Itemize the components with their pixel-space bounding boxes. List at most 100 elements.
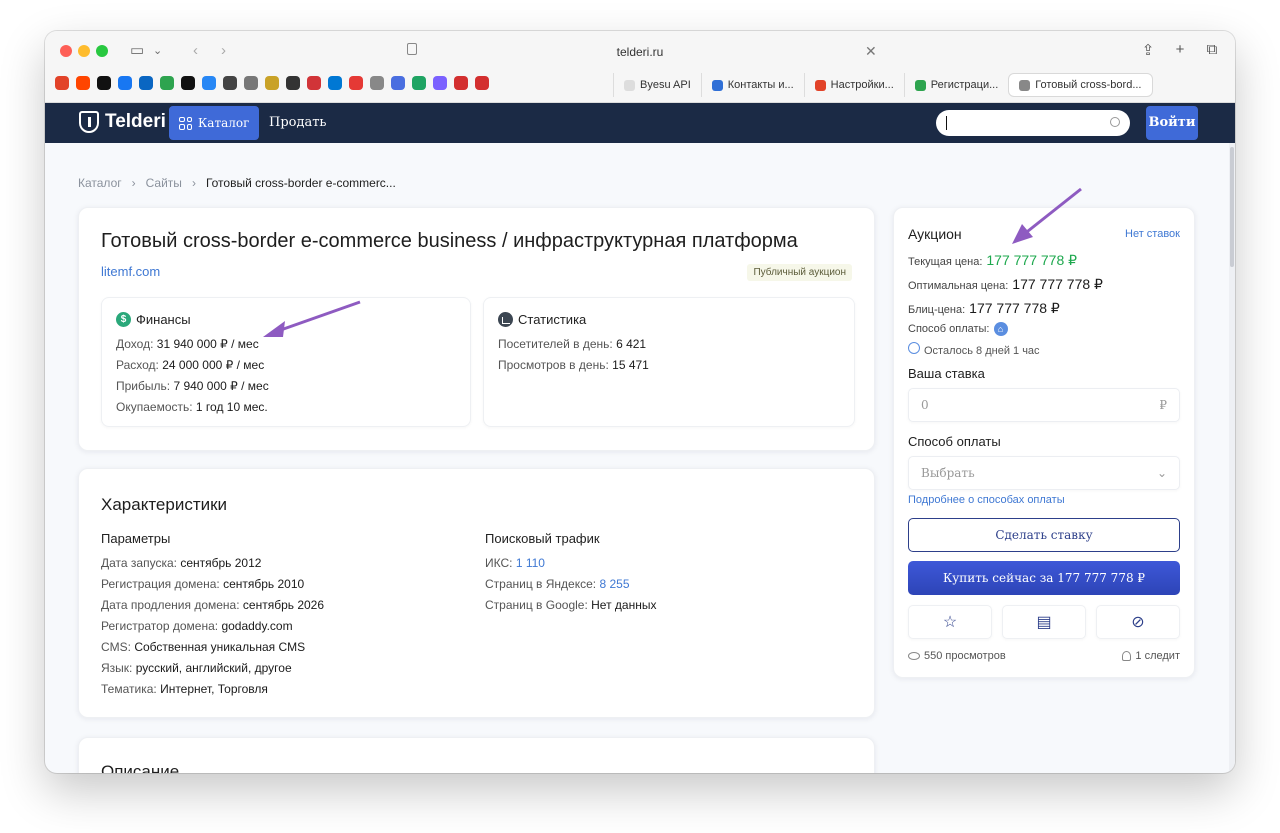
- clock-icon: [908, 342, 920, 354]
- payment-method-row: Способ оплаты: ⌂: [908, 322, 1008, 336]
- traffic-label: Страниц в Google:: [485, 598, 588, 612]
- favorite-site-icon[interactable]: [328, 76, 342, 90]
- block-icon: ⊘: [1131, 614, 1145, 631]
- share-icon[interactable]: ⇪: [1139, 41, 1157, 59]
- favorite-site-icon[interactable]: [349, 76, 363, 90]
- favorite-site-icon[interactable]: [55, 76, 69, 90]
- hide-listing-button[interactable]: ⊘: [1096, 605, 1180, 639]
- finance-header: $ Финансы: [116, 312, 191, 327]
- add-note-button[interactable]: ▤: [1002, 605, 1086, 639]
- blitz-price-label: Блиц-цена:: [908, 304, 966, 316]
- iks-link[interactable]: 1 110: [516, 556, 545, 570]
- tab-registration[interactable]: Регистраци...: [903, 73, 1009, 97]
- tab-contacts[interactable]: Контакты и...: [700, 73, 804, 97]
- sidebar-icon[interactable]: ▭: [130, 41, 144, 61]
- favorite-site-icon[interactable]: [307, 76, 321, 90]
- traffic-row: Страниц в Google: Нет данных: [485, 598, 656, 612]
- minimize-window-button[interactable]: [78, 45, 90, 57]
- domain-link[interactable]: litemf.com: [101, 264, 160, 279]
- param-value: сентябрь 2012: [180, 556, 262, 570]
- optimal-price-label: Оптимальная цена:: [908, 280, 1009, 292]
- buy-now-button[interactable]: Купить сейчас за 177 777 778 ₽: [908, 561, 1180, 595]
- profit-value: 7 940 000 ₽ / мес: [173, 379, 269, 393]
- favorite-site-icon[interactable]: [223, 76, 237, 90]
- followers-text: 1 следит: [1135, 650, 1180, 662]
- catalog-button[interactable]: Каталог: [169, 106, 260, 140]
- favorite-site-icon[interactable]: [454, 76, 468, 90]
- note-add-icon: ▤: [1036, 614, 1052, 631]
- back-icon[interactable]: ‹: [193, 41, 198, 61]
- favorite-site-icon[interactable]: [97, 76, 111, 90]
- payment-info-link[interactable]: Подробнее о способах оплаты: [908, 494, 1065, 506]
- tab-settings[interactable]: Настройки...: [803, 73, 904, 97]
- place-bid-button[interactable]: Сделать ставку: [908, 518, 1180, 552]
- param-label: Тематика:: [101, 682, 157, 696]
- expense-label: Расход:: [116, 358, 159, 372]
- tab-current[interactable]: Готовый cross-bord...: [1008, 73, 1153, 97]
- favorite-site-icon[interactable]: [286, 76, 300, 90]
- expense-value: 24 000 000 ₽ / мес: [162, 358, 265, 372]
- favorite-site-icon[interactable]: [244, 76, 258, 90]
- time-left-row: Осталось 8 дней 1 час: [908, 342, 1040, 357]
- blitz-price-row: Блиц-цена: 177 777 778 ₽: [908, 300, 1060, 317]
- favorite-site-icon[interactable]: [391, 76, 405, 90]
- favorite-site-icon[interactable]: [265, 76, 279, 90]
- income-row: Доход: 31 940 000 ₽ / мес: [116, 337, 259, 351]
- favorite-site-icon[interactable]: [202, 76, 216, 90]
- traffic-value: Нет данных: [591, 598, 657, 612]
- favorite-site-icon[interactable]: [370, 76, 384, 90]
- favorite-site-icon[interactable]: [433, 76, 447, 90]
- search-input[interactable]: [946, 113, 1106, 133]
- no-bids-link[interactable]: Нет ставок: [1125, 228, 1180, 240]
- tab-bar: Byesu API Контакты и... Настройки... Рег…: [613, 73, 1153, 97]
- favorite-site-icon[interactable]: [118, 76, 132, 90]
- close-window-button[interactable]: [60, 45, 72, 57]
- login-button[interactable]: Войти: [1146, 106, 1198, 140]
- yandex-pages-link[interactable]: 8 255: [599, 577, 629, 591]
- favorite-site-icon[interactable]: [76, 76, 90, 90]
- favorite-button[interactable]: ☆: [908, 605, 992, 639]
- param-value: сентябрь 2010: [223, 577, 305, 591]
- chart-icon: [498, 312, 513, 327]
- search-icon[interactable]: [1110, 117, 1120, 127]
- scrollbar-thumb[interactable]: [1230, 147, 1234, 267]
- visitors-value: 6 421: [616, 337, 647, 351]
- search-box[interactable]: [936, 110, 1130, 136]
- param-row: Дата продления домена: сентябрь 2026: [101, 598, 324, 612]
- views-value: 15 471: [612, 358, 649, 372]
- param-label: Регистрация домена:: [101, 577, 220, 591]
- tab-byesu-api[interactable]: Byesu API: [613, 73, 701, 97]
- tab-overview-icon[interactable]: ⧉: [1203, 41, 1221, 59]
- new-tab-icon[interactable]: +: [1171, 41, 1189, 59]
- favorite-site-icon[interactable]: [181, 76, 195, 90]
- forward-icon[interactable]: ›: [221, 41, 226, 61]
- param-value: godaddy.com: [221, 619, 293, 633]
- views-text: 550 просмотров: [924, 650, 1006, 662]
- current-price-label: Текущая цена:: [908, 256, 983, 268]
- bid-placeholder: 0: [921, 398, 929, 412]
- traffic-label: ИКС:: [485, 556, 513, 570]
- favorite-site-icon[interactable]: [412, 76, 426, 90]
- logo-text: Telderi: [105, 111, 166, 132]
- param-value: сентябрь 2026: [242, 598, 325, 612]
- current-price-value: 177 777 778 ₽: [986, 252, 1078, 268]
- param-row: Регистрация домена: сентябрь 2010: [101, 577, 304, 591]
- breadcrumb-separator: ›: [191, 176, 196, 190]
- telderi-logo[interactable]: Telderi: [79, 111, 166, 133]
- maximize-window-button[interactable]: [96, 45, 108, 57]
- sell-link[interactable]: Продать: [269, 115, 327, 130]
- payment-select[interactable]: Выбрать ⌄: [908, 456, 1180, 490]
- chevron-down-icon: ⌄: [1156, 466, 1167, 480]
- close-icon[interactable]: ✕: [865, 43, 877, 60]
- views-row: Просмотров в день: 15 471: [498, 358, 649, 372]
- breadcrumb-sites[interactable]: Сайты: [146, 176, 182, 190]
- your-bid-label: Ваша ставка: [908, 366, 985, 381]
- bid-input[interactable]: 0 ₽: [908, 388, 1180, 422]
- chevron-down-icon[interactable]: ⌄: [153, 41, 162, 61]
- bank-icon[interactable]: ⌂: [993, 322, 1008, 336]
- favorite-site-icon[interactable]: [160, 76, 174, 90]
- favorite-site-icon[interactable]: [139, 76, 153, 90]
- breadcrumb-catalog[interactable]: Каталог: [78, 176, 122, 190]
- address-bar[interactable]: telderi.ru: [395, 40, 885, 64]
- favorite-site-icon[interactable]: [475, 76, 489, 90]
